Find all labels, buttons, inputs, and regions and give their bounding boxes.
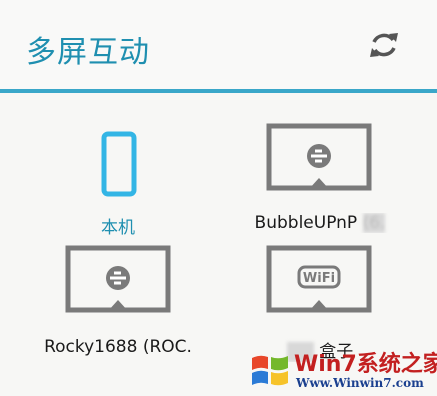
dlna-tv-icon: [65, 245, 171, 323]
device-rocky1688[interactable]: Rocky1688 (ROC.: [18, 245, 218, 385]
device-bubbleupnp[interactable]: BubbleUPnP (6.: [220, 123, 420, 263]
device-label: 本机: [101, 218, 135, 238]
refresh-icon[interactable]: [365, 26, 403, 64]
device-label: BubbleUPnP (6.: [220, 213, 420, 233]
dlna-tv-icon: [266, 123, 372, 201]
watermark: Win7系统之家 Www.Winwin7.com: [244, 344, 437, 396]
header-bar: 多屏互动: [0, 0, 437, 90]
watermark-url: Www.Winwin7.com: [296, 376, 424, 390]
device-label-text: BubbleUPnP: [254, 213, 358, 233]
phone-icon: [101, 131, 137, 201]
svg-text:WiFi: WiFi: [303, 271, 335, 286]
page-title: 多屏互动: [26, 35, 150, 70]
obscured-text: (6.: [362, 213, 386, 233]
device-local[interactable]: 本机: [18, 123, 218, 263]
wifi-tv-icon: WiFi: [266, 245, 372, 323]
device-label: Rocky1688 (ROC.: [44, 337, 192, 357]
watermark-text: Win7系统之家: [294, 352, 437, 377]
windows-logo-icon: [252, 355, 288, 386]
